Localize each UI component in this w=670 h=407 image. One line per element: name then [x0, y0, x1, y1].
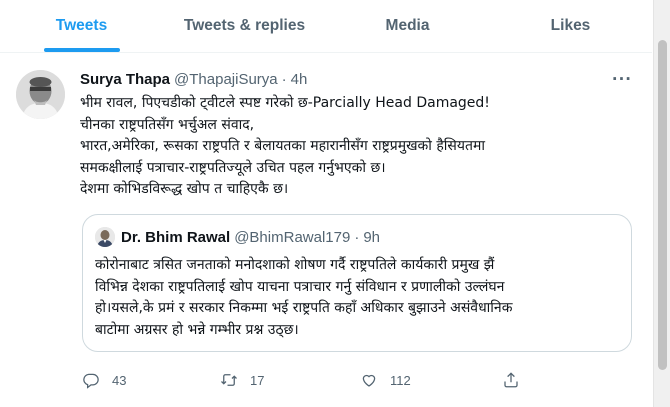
- scrollbar-thumb[interactable]: [658, 40, 667, 370]
- retweet-icon: [221, 374, 237, 386]
- quoted-tweet-text: कोरोनाबाट त्रसित जनताको मनोदशाको शोषण गर…: [95, 255, 625, 341]
- avatar[interactable]: [16, 70, 65, 119]
- tab-label: Media: [385, 17, 430, 34]
- active-tab-indicator: [43, 48, 120, 52]
- retweet-count: 17: [250, 372, 265, 388]
- tweet[interactable]: Surya Thapa @ThapajiSurya · 4h ··· भीम र…: [0, 54, 652, 407]
- tweet-text-line: समकक्षीलाई पत्राचार-राष्ट्रपतिज्यूले उचि…: [80, 159, 386, 176]
- tab-tweets[interactable]: Tweets: [0, 0, 163, 52]
- quoted-tweet-header: Dr. Bhim Rawal @BhimRawal179 · 9h: [95, 227, 380, 247]
- like-count: 112: [390, 372, 411, 388]
- quoted-text-line: हो।यसले,के प्रमं र सरकार निकम्मा भई राष्…: [95, 300, 513, 316]
- share-button[interactable]: [502, 371, 532, 389]
- tweet-text-line: भारत,अमेरिका, रूसका राष्ट्रपति र बेलायतक…: [80, 138, 485, 154]
- tweet-timestamp[interactable]: 4h: [291, 71, 308, 88]
- quoted-avatar: [95, 227, 115, 247]
- tweet-text: भीम रावल, पिएचडीको ट्वीटले स्पष्ट गरेको …: [80, 93, 640, 201]
- author-name[interactable]: Surya Thapa: [80, 71, 170, 88]
- tweet-actions: 43 17 112: [82, 370, 552, 390]
- quoted-author-handle: @BhimRawal179: [234, 228, 351, 246]
- quoted-text-line: बाटोमा अग्रसर हो भन्ने गम्भीर प्रश्न उठ्…: [95, 321, 299, 338]
- quoted-avatar-photo: [95, 227, 115, 247]
- tab-label: Tweets & replies: [183, 17, 306, 34]
- reply-icon: [83, 373, 99, 389]
- tab-label: Tweets: [55, 17, 108, 34]
- quoted-text-line: विभिन्न देशका राष्ट्रपतिलाई खोप याचना पत…: [95, 278, 505, 295]
- tab-label: Likes: [550, 17, 591, 34]
- tab-tweets-and-replies[interactable]: Tweets & replies: [163, 0, 326, 52]
- tweet-text-line: भीम रावल, पिएचडीको ट्वीटले स्पष्ट गरेको …: [80, 95, 490, 111]
- like-button[interactable]: 112: [360, 371, 411, 389]
- tweet-text-line: चीनका राष्ट्रपतिसँग भर्चुअल संवाद,: [80, 116, 255, 133]
- tweet-body: Surya Thapa @ThapajiSurya · 4h ··· भीम र…: [80, 68, 640, 201]
- scrollbar[interactable]: [653, 0, 670, 407]
- retweet-button[interactable]: 17: [220, 371, 264, 389]
- profile-tabs: Tweets Tweets & replies Media Likes: [0, 0, 652, 53]
- avatar-photo: [16, 70, 65, 119]
- quoted-text-line: कोरोनाबाट त्रसित जनताको मनोदशाको शोषण गर…: [95, 257, 495, 273]
- quoted-timestamp: 9h: [363, 228, 381, 246]
- quoted-author-name: Dr. Bhim Rawal: [121, 228, 231, 246]
- quoted-tweet[interactable]: Dr. Bhim Rawal @BhimRawal179 · 9h कोरोना…: [82, 214, 632, 352]
- reply-count: 43: [112, 372, 127, 388]
- more-icon[interactable]: ···: [612, 70, 632, 88]
- tweet-text-line: देशमा कोभिडविरूद्ध खोप त चाहिएकै छ।: [80, 181, 289, 197]
- separator-dot: ·: [281, 70, 287, 88]
- heart-icon: [362, 374, 376, 387]
- separator-dot: ·: [354, 228, 360, 246]
- tab-likes[interactable]: Likes: [489, 0, 652, 52]
- reply-button[interactable]: 43: [82, 371, 126, 389]
- share-icon: [504, 372, 518, 388]
- tweet-header: Surya Thapa @ThapajiSurya · 4h: [80, 68, 640, 90]
- tab-media[interactable]: Media: [326, 0, 489, 52]
- author-handle[interactable]: @ThapajiSurya: [174, 71, 278, 88]
